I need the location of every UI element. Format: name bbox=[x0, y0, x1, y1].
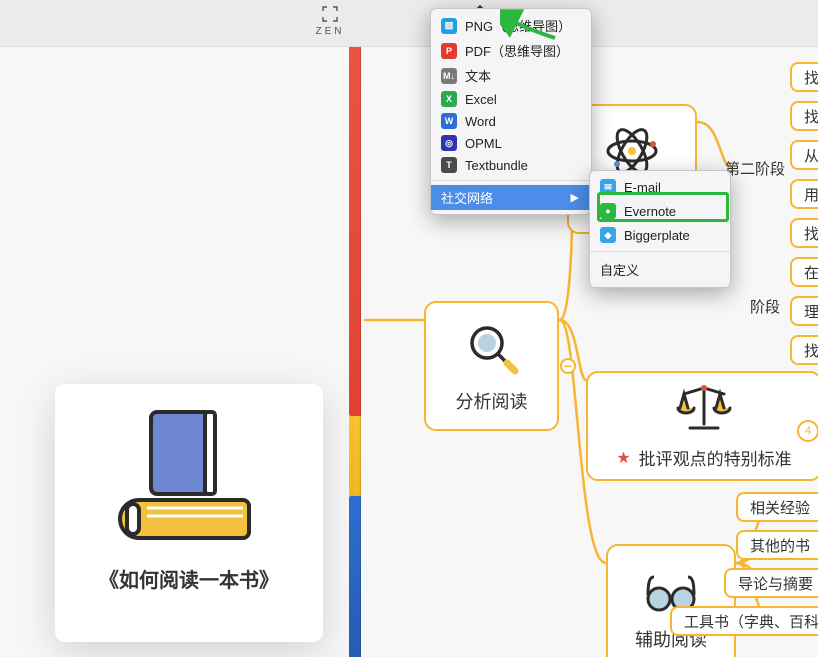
menu-export-opml-label: OPML bbox=[465, 136, 502, 151]
leaf-top-3[interactable]: 从i bbox=[790, 140, 818, 170]
menu-export-pdf-label: PDF（思维导图） bbox=[465, 41, 569, 60]
menu-export-textbundle[interactable]: T Textbundle bbox=[431, 154, 591, 176]
submenu-evernote[interactable]: ● Evernote bbox=[590, 199, 730, 223]
share-menu: ▧ PNG（思维导图） P PDF（思维导图） M↓ 文本 X Excel W … bbox=[430, 8, 592, 215]
mindmap-canvas[interactable]: 《如何阅读一本书》 分析阅读 三个阶段 ★ 批评观点的特别标准 辅助阅读 第二阶… bbox=[0, 46, 818, 657]
email-icon: ✉ bbox=[600, 179, 616, 195]
toolbar: ZEN 分享 bbox=[0, 0, 818, 47]
menu-export-textbundle-label: Textbundle bbox=[465, 158, 528, 173]
submenu-email-label: E-mail bbox=[624, 180, 661, 195]
root-node-card[interactable]: 《如何阅读一本书》 bbox=[55, 384, 323, 642]
spine-blue bbox=[349, 496, 361, 657]
textbundle-icon: T bbox=[441, 157, 457, 173]
collapse-toggle[interactable]: − bbox=[560, 358, 576, 374]
spine-red bbox=[349, 46, 361, 416]
submenu-email[interactable]: ✉ E-mail bbox=[590, 175, 730, 199]
expand-badge[interactable]: 4 bbox=[797, 420, 818, 442]
submenu-biggerplate[interactable]: ◆ Biggerplate bbox=[590, 223, 730, 247]
opml-icon: ◎ bbox=[441, 135, 457, 151]
zen-button[interactable]: ZEN bbox=[300, 4, 360, 37]
excel-icon: X bbox=[441, 91, 457, 107]
magnifier-icon bbox=[463, 319, 521, 382]
root-title: 《如何阅读一本书》 bbox=[55, 564, 323, 593]
submenu-biggerplate-label: Biggerplate bbox=[624, 228, 690, 243]
menu-export-png[interactable]: ▧ PNG（思维导图） bbox=[431, 13, 591, 38]
books-icon bbox=[109, 404, 269, 554]
text-icon: M↓ bbox=[441, 68, 457, 84]
menu-export-excel-label: Excel bbox=[465, 92, 497, 107]
leaf-assist-4[interactable]: 工具书（字典、百科 bbox=[670, 606, 818, 636]
stage-generic-label: 阶段 bbox=[750, 296, 780, 317]
star-icon: ★ bbox=[616, 448, 630, 468]
leaf-top-1[interactable]: 找i bbox=[790, 62, 818, 92]
menu-social-networks[interactable]: 社交网络 ▶ bbox=[431, 185, 591, 210]
leaf-assist-1[interactable]: 相关经验 bbox=[736, 492, 818, 522]
submenu-evernote-label: Evernote bbox=[624, 204, 676, 219]
scales-icon bbox=[672, 382, 736, 439]
menu-export-png-label: PNG（思维导图） bbox=[465, 16, 571, 35]
node-analysis-reading[interactable]: 分析阅读 bbox=[424, 301, 559, 431]
leaf-top-6[interactable]: 在i bbox=[790, 257, 818, 287]
menu-export-opml[interactable]: ◎ OPML bbox=[431, 132, 591, 154]
leaf-top-7[interactable]: 理i bbox=[790, 296, 818, 326]
fullscreen-icon bbox=[320, 4, 340, 24]
node-critique-label: 批评观点的特别标准 bbox=[639, 445, 792, 470]
biggerplate-icon: ◆ bbox=[600, 227, 616, 243]
leaf-top-8[interactable]: 找i bbox=[790, 335, 818, 365]
menu-social-label: 社交网络 bbox=[441, 188, 493, 207]
submenu-custom[interactable]: 自定义 bbox=[590, 256, 730, 283]
leaf-assist-2[interactable]: 其他的书 bbox=[736, 530, 818, 560]
stage2-label: 第二阶段 bbox=[725, 158, 785, 179]
node-analysis-label: 分析阅读 bbox=[456, 388, 528, 414]
spine-yellow bbox=[349, 416, 361, 496]
menu-export-word[interactable]: W Word bbox=[431, 110, 591, 132]
zen-label: ZEN bbox=[300, 26, 360, 37]
word-icon: W bbox=[441, 113, 457, 129]
leaf-top-2[interactable]: 找i bbox=[790, 101, 818, 131]
pdf-icon: P bbox=[441, 43, 457, 59]
leaf-assist-3[interactable]: 导论与摘要 bbox=[724, 568, 818, 598]
leaf-top-4[interactable]: 用i bbox=[790, 179, 818, 209]
menu-export-excel[interactable]: X Excel bbox=[431, 88, 591, 110]
menu-export-pdf[interactable]: P PDF（思维导图） bbox=[431, 38, 591, 63]
menu-export-word-label: Word bbox=[465, 114, 496, 129]
png-icon: ▧ bbox=[441, 18, 457, 34]
menu-export-text-label: 文本 bbox=[465, 66, 491, 85]
node-assist-reading[interactable]: 辅助阅读 bbox=[606, 544, 736, 657]
share-submenu: ✉ E-mail ● Evernote ◆ Biggerplate 自定义 bbox=[589, 170, 731, 288]
chevron-right-icon: ▶ bbox=[571, 191, 579, 204]
menu-export-text[interactable]: M↓ 文本 bbox=[431, 63, 591, 88]
leaf-top-5[interactable]: 找i bbox=[790, 218, 818, 248]
menu-separator bbox=[431, 180, 591, 181]
evernote-icon: ● bbox=[600, 203, 616, 219]
node-critique[interactable]: ★ 批评观点的特别标准 bbox=[586, 371, 818, 481]
submenu-custom-label: 自定义 bbox=[600, 260, 639, 279]
submenu-separator bbox=[590, 251, 730, 252]
